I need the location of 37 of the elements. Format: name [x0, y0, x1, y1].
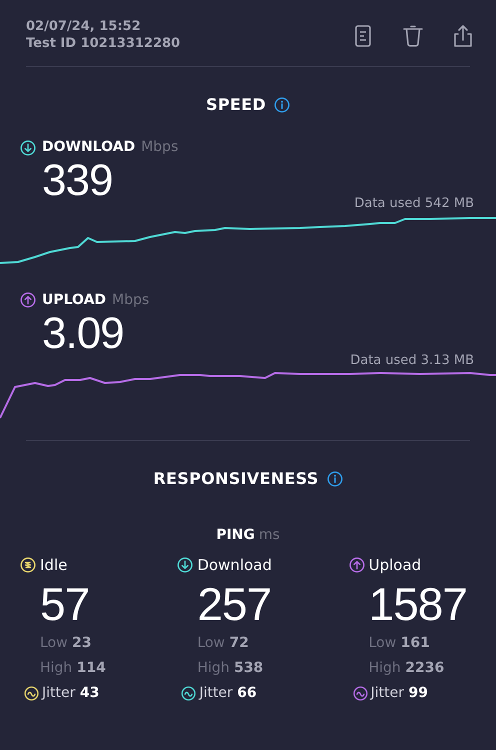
speed-label: UPLOAD — [42, 290, 106, 310]
jitter-value: Jitter 66 — [199, 684, 257, 702]
data-used: Data used 542 MB — [354, 195, 474, 213]
jitter-value: Jitter 43 — [42, 684, 100, 702]
ping-unit: ms — [258, 526, 280, 545]
ping-value: 1587 — [368, 576, 467, 630]
ping-value: 57 — [40, 576, 90, 630]
ping-low: Low 23 — [40, 634, 92, 652]
test-id: Test ID 10213312280 — [26, 35, 180, 52]
ping-value: 257 — [197, 576, 272, 630]
ping-type-label: Idle — [40, 555, 68, 576]
data-used: Data used 3.13 MB — [350, 352, 474, 370]
info-icon — [326, 471, 343, 487]
test-date: 02/07/24, 15:52 — [26, 18, 142, 35]
ping-low: Low 161 — [368, 634, 430, 652]
jitter-icon — [181, 686, 196, 700]
results-icon[interactable] — [352, 24, 374, 48]
ping-type-label: Upload — [368, 555, 422, 576]
ping-label: PING — [216, 526, 255, 545]
speed-value: 339 — [41, 158, 112, 204]
delete-icon[interactable] — [402, 24, 424, 48]
section-title: SPEED — [206, 94, 266, 116]
jitter-icon — [352, 686, 368, 700]
ping-high: High 114 — [40, 658, 106, 678]
speed-unit: Mbps — [141, 138, 178, 157]
ping-low: Low 72 — [197, 634, 249, 652]
ping-high: High 538 — [197, 658, 264, 678]
jitter-value: Jitter 99 — [370, 684, 428, 702]
ping-type-label: Download — [197, 555, 272, 576]
ping-high: High 2236 — [368, 658, 444, 678]
jitter-icon — [24, 686, 39, 700]
share-icon[interactable] — [452, 24, 474, 48]
info-icon — [274, 97, 290, 113]
speed-unit: Mbps — [112, 290, 150, 310]
speed-value: 3.09 — [41, 310, 124, 356]
speed-label: DOWNLOAD — [42, 138, 136, 157]
section-title: RESPONSIVENESS — [153, 468, 319, 490]
